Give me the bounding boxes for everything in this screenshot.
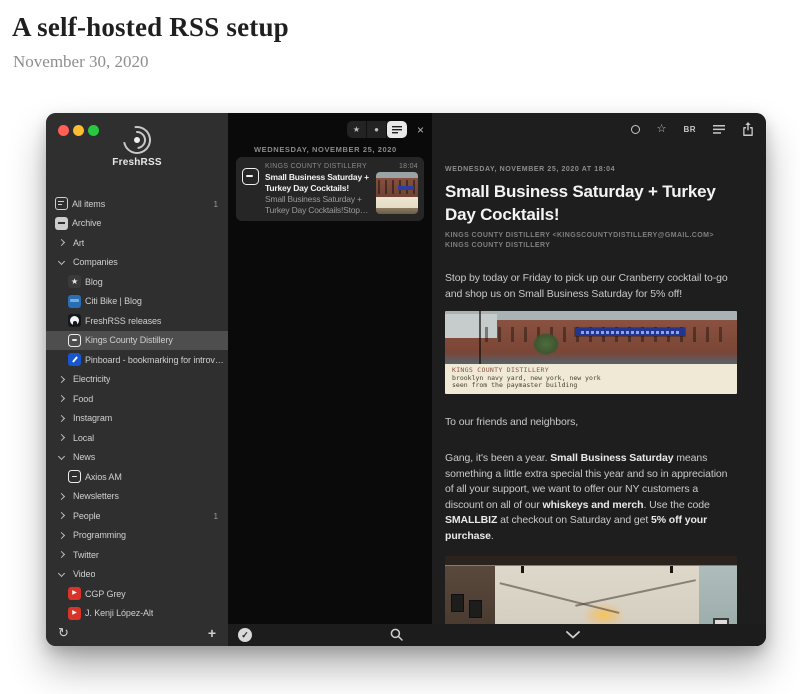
sidebar-item-cgp-grey[interactable]: ▶ CGP Grey xyxy=(46,584,228,604)
sidebar-folder-companies[interactable]: Companies xyxy=(46,253,228,273)
item-preview: Small Business Saturday + Turkey Day Coc… xyxy=(265,194,371,216)
favicon-dash-icon xyxy=(68,334,81,347)
article-paragraph: Stop by today or Friday to pick up our C… xyxy=(445,271,737,302)
chevron-right-icon xyxy=(58,532,65,539)
sidebar-folder-video[interactable]: Video xyxy=(46,565,228,585)
app-brand: FreshRSS xyxy=(46,126,228,168)
sidebar-item-pinboard[interactable]: Pinboard - bookmarking for introverts xyxy=(46,350,228,370)
list-filter-toolbar: ★ ● × xyxy=(347,121,427,138)
chevron-down-icon xyxy=(58,258,65,265)
archive-icon xyxy=(55,217,68,230)
page-date: November 30, 2020 xyxy=(13,52,149,72)
item-source: KINGS COUNTY DISTILLERY xyxy=(265,163,367,170)
article-list-column: ★ ● × WEDNESDAY, NOVEMBER 25, 2020 KINGS… xyxy=(228,113,432,646)
article-author: KINGS COUNTY DISTILLERY <KINGSCOUNTYDIST… xyxy=(445,231,737,250)
mark-unread-icon[interactable] xyxy=(631,125,640,134)
sidebar: FreshRSS All items 1 Archive Art Compani… xyxy=(46,113,228,646)
read-filter-segmented-control: ★ ● xyxy=(347,121,407,138)
article-meta: WEDNESDAY, NOVEMBER 25, 2020 AT 18:04 xyxy=(445,166,737,173)
refresh-button[interactable]: ↻ xyxy=(58,625,69,641)
sidebar-item-kings-county-distillery[interactable]: Kings County Distillery xyxy=(46,331,228,351)
article-image-building: KINGS COUNTY DISTILLERY brooklyn navy ya… xyxy=(445,311,737,394)
article-pane: ☆ BR WEDNESDAY, NOVEMBER 25, 2020 AT 18:… xyxy=(432,113,766,646)
citibike-icon xyxy=(68,295,81,308)
list-lines-icon xyxy=(392,126,402,134)
article-paragraph: Gang, it's been a year. Small Business S… xyxy=(445,451,737,544)
feed-icon xyxy=(55,197,68,210)
youtube-icon: ▶ xyxy=(68,587,81,600)
image-caption: KINGS COUNTY DISTILLERY brooklyn navy ya… xyxy=(445,364,737,394)
add-feed-button[interactable]: + xyxy=(208,625,216,641)
article-toolbar: ☆ BR xyxy=(631,122,754,136)
github-icon xyxy=(68,314,81,327)
sidebar-item-archive[interactable]: Archive xyxy=(46,214,228,234)
item-thumbnail xyxy=(376,172,418,214)
next-article-chevron-icon[interactable] xyxy=(566,631,579,638)
chevron-right-icon xyxy=(58,415,65,422)
sidebar-footer: ↻ + xyxy=(46,620,228,646)
unread-count: 1 xyxy=(213,511,228,521)
sidebar-folder-newsletters[interactable]: Newsletters xyxy=(46,487,228,507)
list-date-header: WEDNESDAY, NOVEMBER 25, 2020 xyxy=(254,145,397,154)
sidebar-folder-art[interactable]: Art xyxy=(46,233,228,253)
sidebar-item-all-items[interactable]: All items 1 xyxy=(46,194,228,214)
app-name: FreshRSS xyxy=(46,157,228,168)
reader-view-icon[interactable] xyxy=(713,125,725,134)
filter-all-button[interactable] xyxy=(387,121,407,138)
star-article-icon[interactable]: ☆ xyxy=(657,124,667,135)
distillery-sign xyxy=(575,328,685,336)
article-greeting: To our friends and neighbors, xyxy=(445,415,737,431)
sidebar-item-axios-am[interactable]: Axios AM xyxy=(46,467,228,487)
sidebar-item-citi-bike[interactable]: Citi Bike | Blog xyxy=(46,292,228,312)
sidebar-item-freshrss-releases[interactable]: FreshRSS releases xyxy=(46,311,228,331)
feed-list: All items 1 Archive Art Companies ★ Blog xyxy=(46,194,228,623)
chevron-right-icon xyxy=(58,395,65,402)
article-list-item[interactable]: KINGS COUNTY DISTILLERY 18:04 Small Busi… xyxy=(236,157,424,221)
sidebar-folder-local[interactable]: Local xyxy=(46,428,228,448)
item-title: Small Business Saturday + Turkey Day Coc… xyxy=(265,172,371,194)
building-photo xyxy=(445,311,737,364)
chevron-right-icon xyxy=(58,376,65,383)
star-icon: ★ xyxy=(68,275,81,288)
mark-all-read-icon[interactable]: ✓ xyxy=(238,628,252,642)
bionic-reading-icon[interactable]: BR xyxy=(683,125,696,134)
sidebar-folder-twitter[interactable]: Twitter xyxy=(46,545,228,565)
content-bottom-bar: ✓ xyxy=(228,624,766,646)
sidebar-item-blog[interactable]: ★ Blog xyxy=(46,272,228,292)
share-icon[interactable] xyxy=(742,122,754,136)
item-time: 18:04 xyxy=(399,163,418,170)
sidebar-folder-electricity[interactable]: Electricity xyxy=(46,370,228,390)
article-title: Small Business Saturday + Turkey Day Coc… xyxy=(445,180,737,226)
chevron-right-icon xyxy=(58,434,65,441)
page-title: A self-hosted RSS setup xyxy=(12,12,289,43)
youtube-icon: ▶ xyxy=(68,607,81,620)
freshrss-logo-icon xyxy=(123,126,151,154)
favicon-dash-icon xyxy=(242,168,259,185)
chevron-right-icon xyxy=(58,551,65,558)
chevron-right-icon xyxy=(58,512,65,519)
app-window: FreshRSS All items 1 Archive Art Compani… xyxy=(46,113,766,646)
sidebar-folder-programming[interactable]: Programming xyxy=(46,526,228,546)
unread-count: 1 xyxy=(213,199,228,209)
close-list-button[interactable]: × xyxy=(414,124,427,136)
favicon-dash-icon xyxy=(68,470,81,483)
sidebar-folder-instagram[interactable]: Instagram xyxy=(46,409,228,429)
chevron-right-icon xyxy=(58,493,65,500)
chevron-down-icon xyxy=(58,570,65,577)
filter-unread-button[interactable]: ● xyxy=(367,121,387,138)
sidebar-folder-food[interactable]: Food xyxy=(46,389,228,409)
chevron-down-icon xyxy=(58,453,65,460)
article-image-interior xyxy=(445,556,737,624)
sidebar-folder-people[interactable]: People 1 xyxy=(46,506,228,526)
search-icon[interactable] xyxy=(390,628,403,641)
article-content: WEDNESDAY, NOVEMBER 25, 2020 AT 18:04 Sm… xyxy=(445,113,737,624)
pinboard-icon xyxy=(68,353,81,366)
chevron-right-icon xyxy=(58,239,65,246)
filter-starred-button[interactable]: ★ xyxy=(347,121,367,138)
sidebar-folder-news[interactable]: News xyxy=(46,448,228,468)
